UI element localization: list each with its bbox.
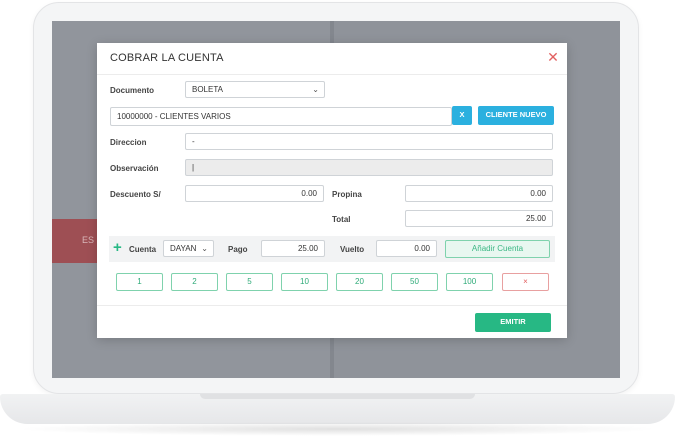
quick-amount-50-button[interactable]: 50 — [391, 273, 438, 291]
chevron-down-icon: ⌄ — [201, 244, 208, 253]
total-label: Total — [332, 215, 351, 224]
cuenta-select[interactable]: DAYAN ⌄ — [163, 240, 214, 257]
laptop-mockup: ES COBRAR LA CUENTA ✕ Documento BOLETA ⌄… — [0, 0, 675, 440]
vuelto-label: Vuelto — [340, 245, 365, 254]
pago-label: Pago — [228, 245, 248, 254]
modal-title: COBRAR LA CUENTA — [110, 52, 224, 64]
descuento-input[interactable]: 0.00 — [185, 185, 324, 202]
cobrar-cuenta-modal: COBRAR LA CUENTA ✕ Documento BOLETA ⌄ 10… — [97, 43, 567, 338]
quick-amount-10-button[interactable]: 10 — [281, 273, 328, 291]
documento-label: Documento — [110, 86, 154, 95]
descuento-label: Descuento S/ — [110, 190, 161, 199]
anadir-cuenta-button[interactable]: Añadir Cuenta — [445, 240, 550, 258]
quick-amount-100-button[interactable]: 100 — [446, 273, 493, 291]
background-red-tab: ES — [52, 219, 98, 263]
emitir-button[interactable]: EMITIR — [475, 313, 551, 332]
laptop-shadow — [14, 422, 661, 436]
vuelto-input: 0.00 — [376, 240, 437, 257]
quick-amount-1-button[interactable]: 1 — [116, 273, 163, 291]
modal-header: COBRAR LA CUENTA ✕ — [97, 43, 567, 75]
close-icon[interactable]: ✕ — [546, 50, 560, 64]
cliente-nuevo-button[interactable]: CLIENTE NUEVO — [478, 106, 554, 125]
observacion-label: Observación — [110, 164, 159, 173]
chevron-down-icon: ⌄ — [312, 85, 319, 94]
direccion-input[interactable]: - — [185, 133, 553, 150]
laptop-hinge — [200, 394, 475, 399]
documento-select[interactable]: BOLETA ⌄ — [185, 81, 325, 98]
quick-amount-2-button[interactable]: 2 — [171, 273, 218, 291]
direccion-label: Direccion — [110, 138, 147, 147]
pago-input[interactable]: 25.00 — [261, 240, 325, 257]
clear-amount-button[interactable]: × — [502, 273, 549, 291]
documento-select-value: BOLETA — [192, 85, 223, 94]
background-red-tab-text: ES — [81, 235, 94, 245]
quick-amount-5-button[interactable]: 5 — [226, 273, 273, 291]
propina-input[interactable]: 0.00 — [405, 185, 553, 202]
propina-label: Propina — [332, 190, 362, 199]
observacion-input[interactable]: | — [185, 159, 553, 176]
cliente-input[interactable]: 10000000 - CLIENTES VARIOS — [110, 107, 452, 126]
cuenta-label: Cuenta — [129, 245, 157, 254]
cuenta-select-value: DAYAN — [170, 244, 197, 253]
total-input: 25.00 — [405, 210, 553, 227]
quick-amount-20-button[interactable]: 20 — [336, 273, 383, 291]
clear-cliente-button[interactable]: X — [452, 106, 472, 125]
plus-icon[interactable]: + — [113, 239, 122, 257]
